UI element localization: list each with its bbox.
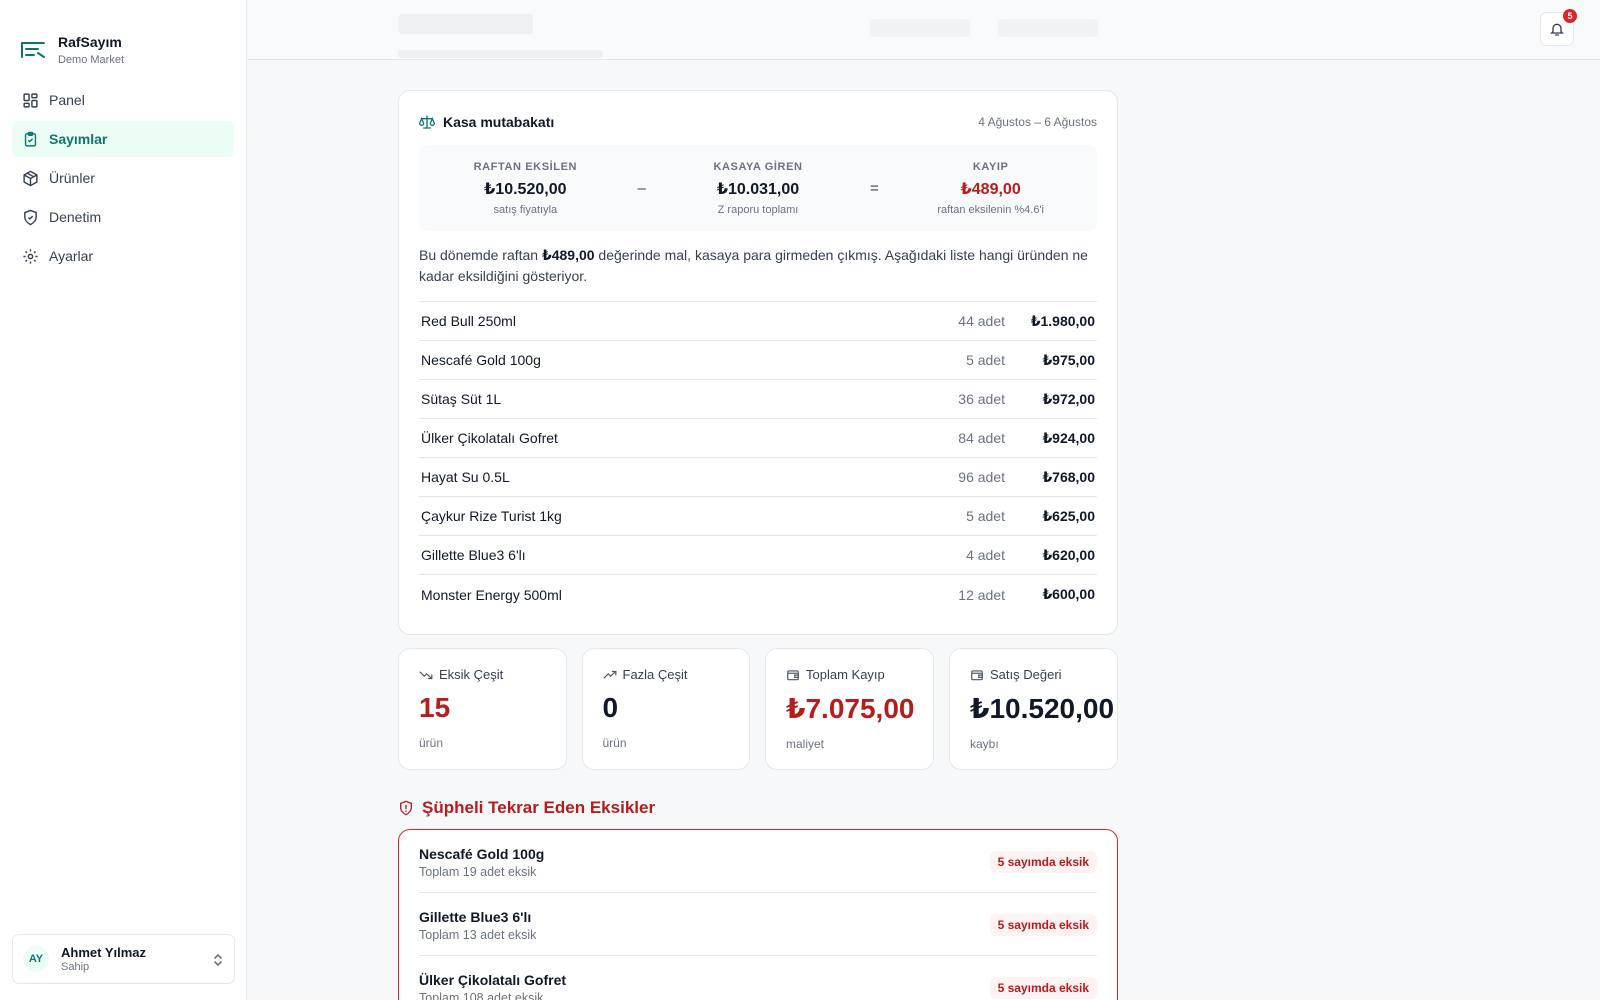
brand-name: RafSayım bbox=[58, 34, 122, 50]
topbar: 5 bbox=[248, 0, 1600, 60]
suspicious-list: Nescafé Gold 100g Toplam 19 adet eksik 5 … bbox=[398, 829, 1118, 1000]
toolbar-button-placeholder[interactable] bbox=[870, 19, 970, 37]
clipboard-check-icon bbox=[24, 131, 37, 147]
stat-card-sales-value: Satış Değeri ₺10.520,00 kaybı bbox=[949, 648, 1118, 770]
stat-card-missing: Eksik Çeşit 15 ürün bbox=[398, 648, 567, 770]
scale-icon bbox=[419, 115, 435, 129]
wallet-icon bbox=[787, 669, 799, 680]
list-item[interactable]: Çaykur Rize Turist 1kg 5 adet ₺625,00 bbox=[419, 497, 1097, 536]
list-item[interactable]: Ülker Çikolatalı Gofret 84 adet ₺924,00 bbox=[419, 419, 1097, 458]
list-item[interactable]: Red Bull 250ml 44 adet ₺1.980,00 bbox=[419, 302, 1097, 341]
reconciliation-description: Bu dönemde raftan ₺489,00 değerinde mal,… bbox=[419, 247, 1088, 284]
notifications-button[interactable]: 5 bbox=[1540, 9, 1577, 46]
loss-total: KAYIP ₺489,00 raftan eksilenin %4.6'i bbox=[937, 160, 1045, 216]
card-title: Kasa mutabakatı bbox=[443, 114, 555, 130]
sidebar-item-panel[interactable]: Panel bbox=[12, 82, 234, 118]
page-subtitle-placeholder bbox=[398, 50, 603, 58]
stat-card-total-loss: Toplam Kayıp ₺7.075,00 maliyet bbox=[765, 648, 934, 770]
bell-icon bbox=[1550, 23, 1564, 36]
gear-icon bbox=[23, 248, 38, 264]
list-item[interactable]: Gillette Blue3 6'lı Toplam 13 adet eksik … bbox=[419, 893, 1097, 956]
package-icon bbox=[23, 170, 38, 186]
brand[interactable]: RafSayım Demo Market bbox=[0, 0, 246, 78]
list-item[interactable]: Nescafé Gold 100g Toplam 19 adet eksik 5 … bbox=[419, 830, 1097, 893]
page-title-placeholder bbox=[398, 14, 533, 34]
suspicious-title: Şüpheli Tekrar Eden Eksikler bbox=[398, 798, 1118, 818]
reconciliation-equation: RAFTAN EKSİLEN ₺10.520,00 satış fiyatıyl… bbox=[419, 145, 1097, 231]
status-badge: 5 sayımda eksik bbox=[989, 914, 1097, 936]
avatar: AY bbox=[23, 946, 49, 972]
list-item[interactable]: Monster Energy 500ml 12 adet ₺600,00 bbox=[419, 575, 1097, 614]
list-item[interactable]: Sütaş Süt 1L 36 adet ₺972,00 bbox=[419, 380, 1097, 419]
sidebar-item-label: Denetim bbox=[49, 209, 102, 225]
loss-list: Red Bull 250ml 44 adet ₺1.980,00 Nescafé G… bbox=[419, 301, 1097, 614]
list-item[interactable]: Ülker Çikolatalı Gofret Toplam 108 adet e… bbox=[419, 956, 1097, 1000]
shelf-decrease: RAFTAN EKSİLEN ₺10.520,00 satış fiyatıyl… bbox=[473, 160, 578, 216]
main-content: Kasa mutabakatı 4 Ağustos – 6 Ağustos RA… bbox=[398, 90, 1118, 1000]
user-role: Sahip bbox=[61, 961, 90, 973]
user-name: Ahmet Yılmaz bbox=[61, 945, 147, 960]
shield-check-icon bbox=[24, 209, 37, 225]
toolbar-button-placeholder[interactable] bbox=[998, 19, 1098, 37]
sidebar-item-sayimlar[interactable]: Sayımlar bbox=[12, 121, 234, 157]
status-badge: 5 sayımda eksik bbox=[989, 977, 1097, 999]
sidebar-item-ayarlar[interactable]: Ayarlar bbox=[12, 238, 234, 274]
stats-row: Eksik Çeşit 15 ürün Fazla Çeşit 0 ürün T… bbox=[398, 648, 1118, 770]
sidebar-item-label: Ürünler bbox=[49, 170, 95, 186]
sidebar-item-urunler[interactable]: Ürünler bbox=[12, 160, 234, 196]
trending-up-icon bbox=[603, 670, 616, 678]
sidebar: RafSayım Demo Market Panel Sayımlar Ürün… bbox=[0, 0, 247, 1000]
equals-sign: = bbox=[869, 179, 879, 197]
sidebar-item-label: Sayımlar bbox=[49, 131, 108, 147]
sidebar-item-denetim[interactable]: Denetim bbox=[12, 199, 234, 235]
sidebar-item-label: Ayarlar bbox=[49, 248, 94, 264]
register-income: KASAYA GİREN ₺10.031,00 Z raporu toplamı bbox=[713, 160, 803, 216]
list-item[interactable]: Hayat Su 0.5L 96 adet ₺768,00 bbox=[419, 458, 1097, 497]
user-menu[interactable]: AY Ahmet Yılmaz Sahip bbox=[12, 934, 235, 984]
list-item[interactable]: Gillette Blue3 6'lı 4 adet ₺620,00 bbox=[419, 536, 1097, 575]
grid-icon bbox=[23, 92, 38, 108]
stat-card-surplus: Fazla Çeşit 0 ürün bbox=[581, 648, 750, 770]
sidebar-item-label: Panel bbox=[49, 92, 85, 108]
chevron-up-down-icon bbox=[214, 953, 222, 967]
logo-icon bbox=[21, 42, 45, 58]
notification-count-badge: 5 bbox=[1563, 9, 1577, 23]
trending-down-icon bbox=[419, 671, 433, 679]
reconciliation-card: Kasa mutabakatı 4 Ağustos – 6 Ağustos RA… bbox=[398, 90, 1118, 635]
status-badge: 5 sayımda eksik bbox=[989, 851, 1097, 873]
sidebar-nav: Panel Sayımlar Ürünler Denetim Ayarlar bbox=[0, 78, 246, 281]
shield-alert-icon bbox=[400, 800, 412, 816]
brand-sub: Demo Market bbox=[58, 54, 125, 66]
list-item[interactable]: Nescafé Gold 100g 5 adet ₺975,00 bbox=[419, 341, 1097, 380]
date-range: 4 Ağustos – 6 Ağustos bbox=[978, 115, 1097, 129]
wallet-icon bbox=[971, 669, 983, 680]
minus-sign: – bbox=[637, 179, 646, 197]
